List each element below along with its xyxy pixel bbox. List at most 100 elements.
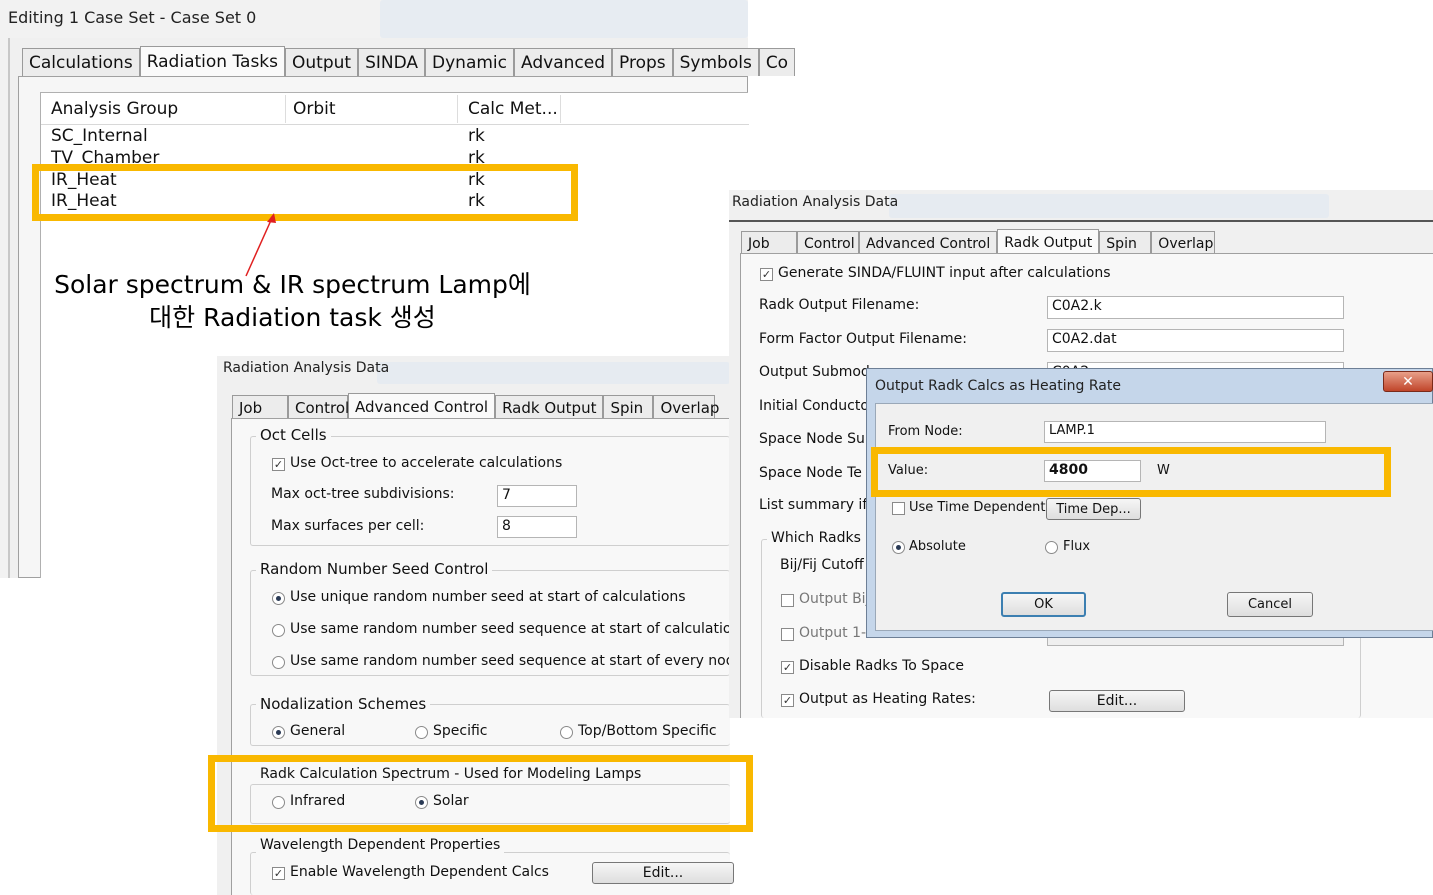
tab-spin[interactable]: Spin xyxy=(1099,231,1152,255)
highlight-value-row xyxy=(871,447,1391,497)
highlight-radk-spectrum xyxy=(208,755,753,832)
nodalization-label: Nodalization Schemes xyxy=(256,695,431,713)
col-orbit[interactable]: Orbit xyxy=(293,99,336,119)
nodal-general-radio[interactable] xyxy=(272,726,285,739)
max-surfaces-label: Max surfaces per cell: xyxy=(271,518,425,534)
nodal-specific-radio[interactable] xyxy=(415,726,428,739)
wavelength-label: Wavelength Dependent Properties xyxy=(256,837,505,853)
initial-conductor-label: Initial Conducto xyxy=(759,398,869,414)
annotation-text: Solar spectrum & IR spectrum Lamp에 대한 Ra… xyxy=(40,268,545,334)
dialog-body: From Node: LAMP.1 Value: 4800 W Use Time… xyxy=(875,403,1433,631)
max-subdivisions-label: Max oct-tree subdivisions: xyxy=(271,486,455,502)
ff-filename-label: Form Factor Output Filename: xyxy=(759,331,967,347)
rad-left-tabstrip: Job Control Advanced Control Radk Output… xyxy=(232,392,719,420)
tab-co[interactable]: Co xyxy=(758,48,796,76)
seed-same-calc-label: Use same random number seed sequence at … xyxy=(290,621,748,637)
max-surfaces-input[interactable]: 8 xyxy=(497,516,577,538)
use-octree-checkbox[interactable]: ✓ xyxy=(272,458,285,471)
heating-rate-dialog: Output Radk Calcs as Heating Rate ✕ From… xyxy=(866,368,1433,638)
table-header: Analysis Group Orbit Calc Met... xyxy=(41,93,749,125)
ff-filename-input[interactable]: C0A2.dat xyxy=(1047,329,1344,352)
generate-sinda-checkbox[interactable]: ✓ xyxy=(760,268,773,281)
seed-unique-radio[interactable] xyxy=(272,592,285,605)
annotation-line-1: Solar spectrum & IR spectrum Lamp에 xyxy=(54,270,531,299)
seed-same-node-label: Use same random number seed sequence at … xyxy=(290,653,744,669)
tab-radk-output[interactable]: Radk Output xyxy=(495,395,604,419)
time-dependent-checkbox[interactable] xyxy=(892,502,905,515)
col-analysis-group[interactable]: Analysis Group xyxy=(51,99,178,119)
tab-overlap[interactable]: Overlap xyxy=(1151,231,1216,255)
output-heating-label: Output as Heating Rates: xyxy=(799,691,976,707)
radk-filename-input[interactable]: C0A2.k xyxy=(1047,296,1344,319)
disable-radks-label: Disable Radks To Space xyxy=(799,658,964,674)
tab-radk-output[interactable]: Radk Output xyxy=(997,229,1100,256)
from-node-input[interactable]: LAMP.1 xyxy=(1044,421,1326,443)
absolute-radio[interactable] xyxy=(892,541,905,554)
from-node-label: From Node: xyxy=(888,424,963,439)
col-divider xyxy=(457,95,458,123)
radk-filename-label: Radk Output Filename: xyxy=(759,297,920,313)
bij-cutoff-label: Bij/Fij Cutoff xyxy=(780,557,864,573)
flux-label: Flux xyxy=(1063,539,1091,554)
cancel-button[interactable]: Cancel xyxy=(1227,592,1313,617)
rad-data-left-title: Radiation Analysis Data xyxy=(223,360,390,376)
col-divider xyxy=(560,95,561,123)
nodal-general-label: General xyxy=(290,723,346,739)
which-radks-label: Which Radks ( xyxy=(767,530,875,546)
tab-output[interactable]: Output xyxy=(285,48,359,76)
dialog-title: Output Radk Calcs as Heating Rate xyxy=(875,378,1121,394)
seed-same-calc-radio[interactable] xyxy=(272,624,285,637)
rad-data-right-title: Radiation Analysis Data xyxy=(732,194,899,210)
tab-props[interactable]: Props xyxy=(612,48,673,76)
row-method: rk xyxy=(468,126,485,146)
nodal-specific-label: Specific xyxy=(433,723,488,739)
tab-symbols[interactable]: Symbols xyxy=(672,48,759,76)
dialog-close-button[interactable]: ✕ xyxy=(1383,371,1433,392)
space-node-te-label: Space Node Te xyxy=(759,465,862,481)
generate-sinda-label: Generate SINDA/FLUINT input after calcul… xyxy=(778,265,1111,281)
blurred-titlebar xyxy=(377,362,730,384)
time-dep-button[interactable]: Time Dep... xyxy=(1046,498,1141,520)
max-subdivisions-input[interactable]: 7 xyxy=(497,485,577,507)
enable-wavelength-checkbox[interactable]: ✓ xyxy=(272,867,285,880)
nodal-topbottom-radio[interactable] xyxy=(560,726,573,739)
output-1b-label: Output 1-B xyxy=(799,625,876,641)
ok-button[interactable]: OK xyxy=(1001,592,1086,617)
table-row[interactable]: SC_Internal rk xyxy=(41,126,749,147)
tab-job[interactable]: Job xyxy=(232,395,288,419)
oct-cells-label: Oct Cells xyxy=(256,426,331,444)
flux-radio[interactable] xyxy=(1045,541,1058,554)
tab-calculations[interactable]: Calculations xyxy=(22,48,140,76)
close-icon: ✕ xyxy=(1402,373,1414,390)
enable-wavelength-label: Enable Wavelength Dependent Calcs xyxy=(290,864,549,880)
output-bij-label: Output Bij xyxy=(799,591,870,607)
list-summary-label: List summary if xyxy=(759,497,868,513)
tab-dynamic[interactable]: Dynamic xyxy=(425,48,515,76)
time-dependent-label: Use Time Dependent xyxy=(909,500,1046,515)
wavelength-edit-button[interactable]: Edit... xyxy=(592,862,734,884)
main-window-title: Editing 1 Case Set - Case Set 0 xyxy=(8,8,257,27)
main-tabstrip: Calculations Radiation Tasks Output SIND… xyxy=(22,46,796,77)
absolute-label: Absolute xyxy=(909,539,966,554)
seed-unique-label: Use unique random number seed at start o… xyxy=(290,589,686,605)
tab-overlap[interactable]: Overlap xyxy=(653,395,719,419)
output-bij-checkbox[interactable] xyxy=(781,594,794,607)
col-calc-method[interactable]: Calc Met... xyxy=(468,99,558,119)
nodal-topbottom-label: Top/Bottom Specific xyxy=(578,723,717,739)
tab-sinda[interactable]: SINDA xyxy=(358,48,426,76)
disable-radks-checkbox[interactable]: ✓ xyxy=(781,661,794,674)
tab-job[interactable]: Job xyxy=(741,231,797,255)
space-node-su-label: Space Node Su xyxy=(759,431,865,447)
tab-advanced[interactable]: Advanced xyxy=(514,48,612,76)
tab-advanced-control[interactable]: Advanced Control xyxy=(859,231,998,255)
seed-same-node-radio[interactable] xyxy=(272,656,285,669)
tab-control[interactable]: Control xyxy=(288,395,349,419)
output-1b-checkbox[interactable] xyxy=(781,628,794,641)
output-heating-checkbox[interactable]: ✓ xyxy=(781,694,794,707)
tab-control[interactable]: Control xyxy=(797,231,859,255)
tab-advanced-control[interactable]: Advanced Control xyxy=(348,393,496,420)
tab-spin[interactable]: Spin xyxy=(603,395,654,419)
heating-edit-button[interactable]: Edit... xyxy=(1049,690,1185,712)
tab-radiation-tasks[interactable]: Radiation Tasks xyxy=(139,46,286,77)
random-seed-label: Random Number Seed Control xyxy=(256,560,493,578)
